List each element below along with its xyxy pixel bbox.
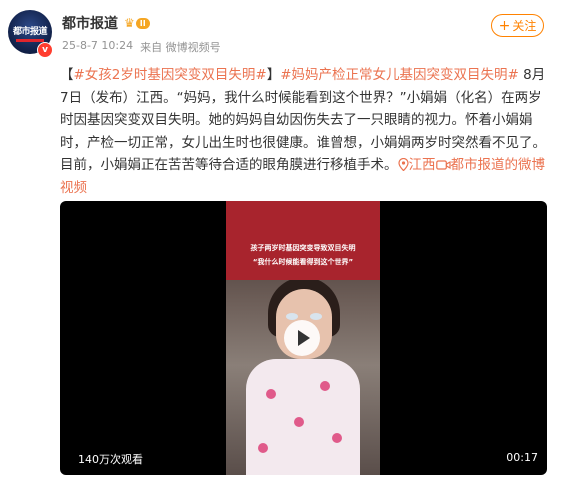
play-button-icon[interactable] — [284, 320, 320, 356]
dress-flower — [258, 443, 268, 453]
banner-line-1: 孩子两岁时基因突变导致双目失明 — [250, 244, 356, 252]
video-title-banner: 孩子两岁时基因突变导致双目失明 “我什么时候能看得到这个世界” — [226, 201, 380, 280]
banner-line-2: “我什么时候能看得到这个世界” — [252, 258, 354, 266]
thumbnail-eye — [286, 313, 298, 320]
author-row: 都市报道 ♛ II — [62, 13, 150, 33]
topic-tag-mother[interactable]: #妈妈产检正常女儿基因突变双目失明# — [280, 67, 519, 83]
follow-label: 关注 — [512, 19, 537, 33]
view-count: 140万次观看 — [78, 453, 143, 466]
thumbnail-eye — [310, 313, 322, 320]
dress-flower — [294, 417, 304, 427]
dress-flower — [266, 389, 276, 399]
dress-flower — [320, 381, 330, 391]
video-camera-icon — [435, 160, 451, 170]
bracket-close: 】 — [266, 67, 281, 83]
post-text: 【#女孩2岁时基因突变双目失明#】#妈妈产检正常女儿基因突变双目失明# 8月7日… — [60, 64, 550, 199]
post-meta: 25-8-7 10:24 来自 微博视频号 — [62, 39, 221, 55]
post-time[interactable]: 25-8-7 10:24 — [62, 39, 133, 55]
avatar-logo-bar — [16, 39, 44, 42]
avatar-logo-text: 都市报道 — [13, 27, 48, 37]
video-duration: 00:17 — [506, 451, 538, 464]
post-source: 来自 微博视频号 — [140, 41, 221, 54]
verified-badge-icon: v — [37, 42, 53, 58]
location-pin-icon — [397, 158, 409, 171]
location-text: 江西 — [408, 157, 436, 173]
topic-tag-girl[interactable]: #女孩2岁时基因突变双目失明# — [74, 67, 267, 83]
vip-level: II — [135, 17, 150, 29]
location-link[interactable]: 江西 — [397, 157, 436, 173]
vip-badge[interactable]: ♛ II — [124, 16, 150, 30]
plus-icon: + — [498, 17, 511, 34]
bracket-open: 【 — [60, 67, 74, 83]
thumbnail-dress — [246, 359, 360, 475]
author-name[interactable]: 都市报道 — [62, 13, 118, 33]
follow-button[interactable]: + 关注 — [491, 14, 544, 37]
dress-flower — [332, 433, 342, 443]
crown-icon: ♛ — [124, 16, 135, 30]
video-player[interactable]: 孩子两岁时基因突变导致双目失明 “我什么时候能看得到这个世界” 140万次观看 … — [60, 201, 547, 475]
